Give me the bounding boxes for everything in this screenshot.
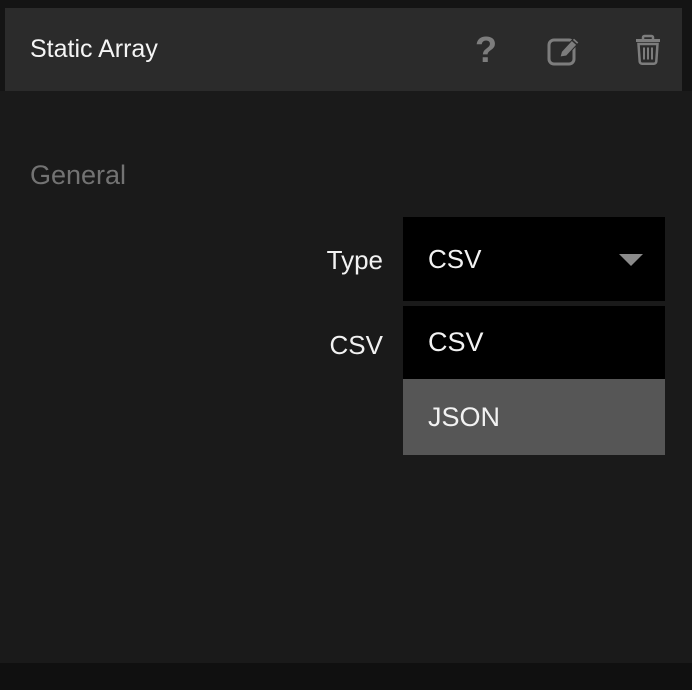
edit-button[interactable] [543, 8, 587, 91]
dropdown-option-json[interactable]: JSON [403, 379, 665, 455]
section-title-general: General [30, 160, 126, 191]
csv-field-label: CSV [0, 330, 383, 360]
bottom-edge-bar [0, 663, 692, 690]
delete-button[interactable] [626, 8, 670, 91]
type-select[interactable]: CSV [403, 217, 665, 301]
help-icon: ? [475, 32, 497, 68]
panel-header: Static Array ? [5, 8, 682, 91]
widget-settings-panel: Static Array ? [0, 0, 692, 690]
type-select-value: CSV [428, 217, 481, 301]
dropdown-option-json-label: JSON [428, 402, 500, 433]
header-frame: Static Array ? [0, 0, 692, 91]
type-field-label: Type [0, 245, 383, 275]
edit-icon [546, 33, 584, 67]
chevron-down-icon [619, 254, 643, 266]
panel-title: Static Array [30, 35, 158, 64]
help-button[interactable]: ? [464, 8, 508, 91]
dropdown-option-csv[interactable]: CSV [403, 306, 665, 379]
trash-icon [633, 33, 663, 67]
type-select-dropdown: CSV JSON [403, 306, 665, 455]
dropdown-option-csv-label: CSV [428, 327, 484, 358]
